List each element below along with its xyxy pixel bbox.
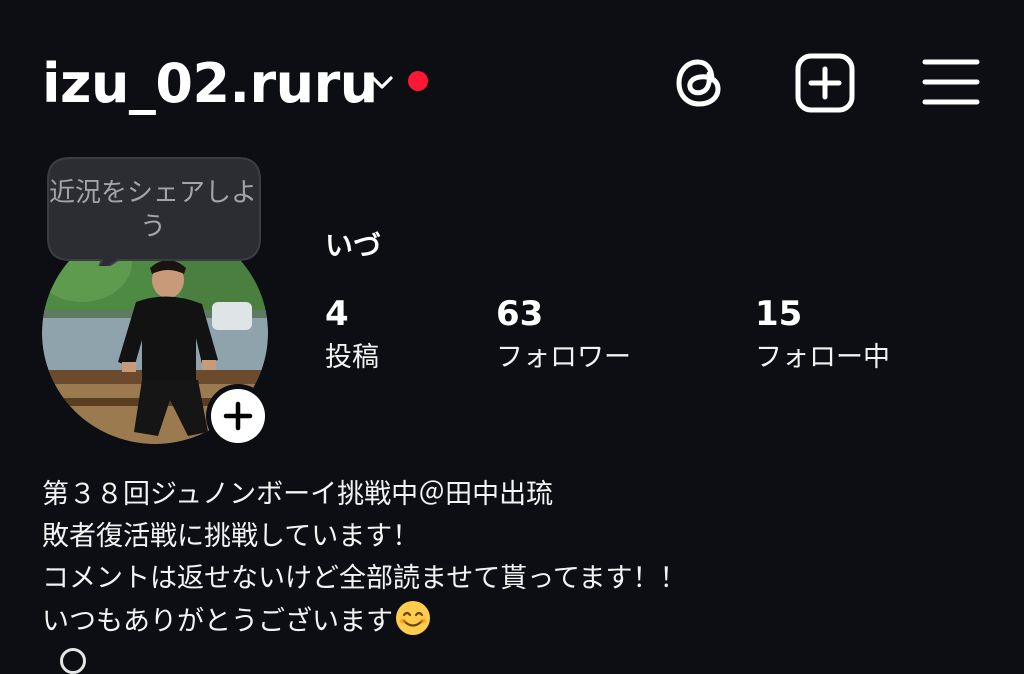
bio-line-text: いつもありがとうございます bbox=[42, 606, 393, 637]
link-icon bbox=[60, 648, 86, 674]
top-bar: izu_02.ruru bbox=[0, 0, 1024, 160]
following-label: フォロー中 bbox=[755, 342, 890, 373]
account-username[interactable]: izu_02.ruru bbox=[42, 52, 378, 116]
followers-count: 63 bbox=[496, 294, 544, 334]
followers-label: フォロワー bbox=[496, 342, 631, 373]
bio-line: 敗者復活戦に挑戦しています！ bbox=[42, 521, 420, 552]
add-story-circle bbox=[211, 389, 265, 443]
display-name: いづ bbox=[325, 229, 382, 262]
chevron-down-icon[interactable] bbox=[368, 72, 396, 94]
profile-bio: 第３８回ジュノンボーイ挑戦中＠田中出琉 敗者復活戦に挑戦しています！ コメントは… bbox=[42, 474, 1002, 643]
following-stat[interactable]: 15 フォロー中 bbox=[755, 292, 890, 378]
plus-icon bbox=[223, 401, 253, 431]
bio-line-last: いつもありがとうございます bbox=[42, 600, 1002, 643]
following-count: 15 bbox=[755, 294, 803, 334]
bio-line: 第３８回ジュノンボーイ挑戦中＠田中出琉 bbox=[42, 479, 554, 510]
posts-count: 4 bbox=[325, 294, 349, 334]
note-bubble-text: 近況をシェアしよう bbox=[48, 178, 257, 242]
threads-icon[interactable] bbox=[668, 52, 730, 114]
menu-icon[interactable] bbox=[920, 52, 982, 114]
bio-line: コメントは返せないけど全部読ませて貰ってます！！ bbox=[42, 563, 687, 594]
posts-stat[interactable]: 4 投稿 bbox=[325, 292, 379, 378]
followers-stat[interactable]: 63 フォロワー bbox=[496, 292, 631, 378]
smiling-face-emoji-icon bbox=[396, 601, 430, 635]
new-post-icon[interactable] bbox=[794, 52, 856, 114]
add-story-button[interactable] bbox=[206, 384, 270, 448]
notification-dot bbox=[408, 71, 428, 91]
posts-label: 投稿 bbox=[325, 342, 379, 373]
